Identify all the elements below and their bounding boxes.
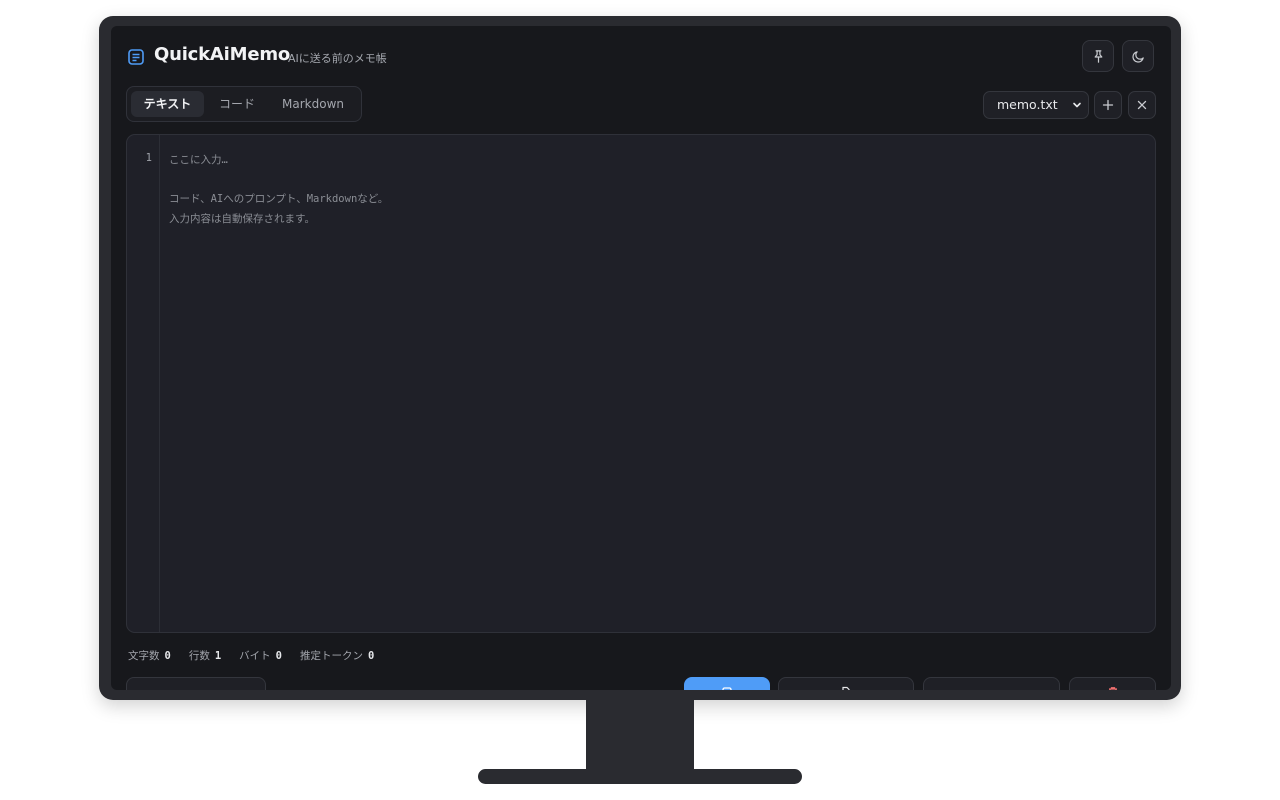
file-select-value: memo.txt [997,97,1058,112]
stat-value: 0 [367,650,375,662]
bottom-left-button[interactable] [126,677,266,690]
stat-label: 文字数 [128,650,160,662]
mode-tabs: テキスト コード Markdown [126,86,362,122]
moon-icon [1131,50,1144,63]
trash-icon [1108,687,1117,690]
primary-action-button[interactable] [684,677,770,690]
line-number: 1 [145,152,152,164]
add-file-button[interactable] [1094,91,1122,119]
tab-code[interactable]: コード [207,91,267,117]
stat-line-count: 行数 1 [189,648,221,663]
file-select[interactable]: memo.txt [983,91,1089,119]
secondary-action-button[interactable] [923,677,1060,690]
app-subtitle: AIに送る前のメモ帳 [288,52,387,65]
delete-button[interactable] [1069,677,1156,690]
chevron-down-icon [1073,102,1081,108]
line-gutter: 1 [127,135,160,632]
stat-char-count: 文字数 0 [128,648,171,663]
pin-button[interactable] [1082,40,1114,72]
monitor-stand-neck [586,700,694,772]
stat-value: 0 [164,650,171,662]
plus-icon [1102,99,1114,111]
tab-markdown[interactable]: Markdown [270,91,356,117]
stat-value: 0 [275,650,282,662]
stat-byte-count: バイト 0 [239,648,282,663]
monitor-stand-base [478,769,802,784]
stat-label: 推定トークン [299,650,363,662]
stats-bar: 文字数 0 行数 1 バイト 0 推定トークン 0 [128,648,374,663]
editor-placeholder: ここに入力… コード、AIへのプロンプト、Markdownなど。 入力内容は自動… [169,154,389,225]
stat-token-estimate: 推定トークン 0 [300,648,374,663]
app-window: QuickAiMemo AIに送る前のメモ帳 テキスト コード Markdown… [111,26,1171,690]
copy-action-button[interactable] [778,677,914,690]
theme-toggle-button[interactable] [1122,40,1154,72]
copy-icon [722,687,732,690]
editor[interactable]: 1 ここに入力… コード、AIへのプロンプト、Markdownなど。 入力内容は… [126,134,1156,633]
pin-icon [1094,49,1102,63]
stat-label: 行数 [188,650,210,662]
memo-icon [128,49,144,65]
app-title: QuickAiMemo [154,44,291,65]
tab-text[interactable]: テキスト [131,91,204,117]
stat-label: バイト [239,650,271,662]
document-icon [842,686,850,690]
close-icon [1137,100,1147,110]
stat-value: 1 [214,650,222,662]
close-file-button[interactable] [1128,91,1156,119]
